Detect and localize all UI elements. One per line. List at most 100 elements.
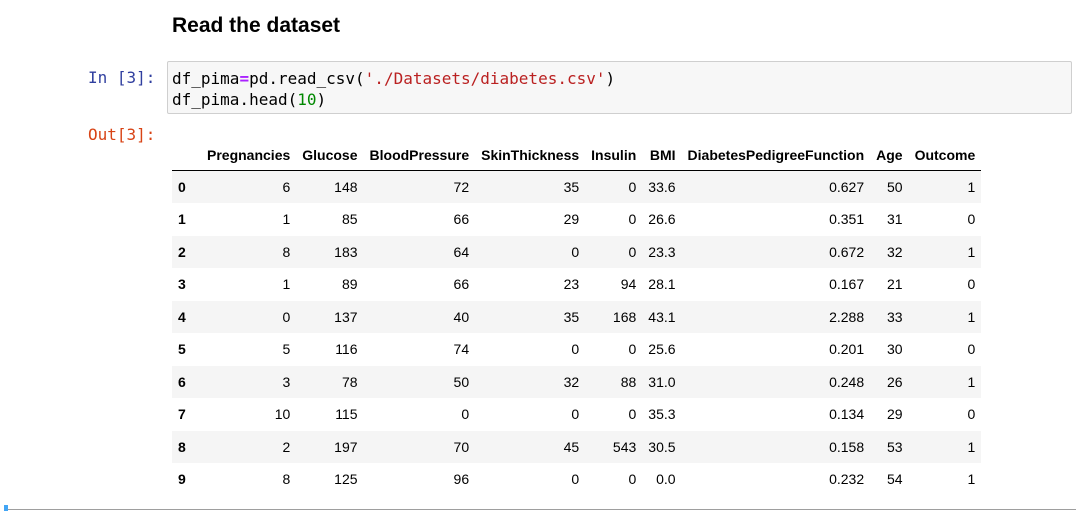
column-header: BloodPressure <box>363 139 476 171</box>
table-cell: 2.288 <box>829 308 865 325</box>
table-cell: 29 <box>887 406 903 423</box>
table-cell: 8 <box>282 471 291 488</box>
column-header: Insulin <box>585 139 643 171</box>
table-cell: 29 <box>563 211 580 228</box>
table-cell: 33.6 <box>648 179 676 195</box>
row-index: 5 <box>178 341 186 358</box>
table-cell: 1 <box>967 373 976 390</box>
table-cell: 66 <box>453 276 470 293</box>
table-cell: 70 <box>453 438 470 455</box>
table-row: 7 10 115 0 0 0 35.3 0.134 29 0 <box>172 398 981 431</box>
table-cell: 1 <box>967 243 976 260</box>
column-header: BMI <box>642 139 682 171</box>
markdown-heading: Read the dataset <box>172 14 341 37</box>
table-cell: 23.3 <box>648 243 676 260</box>
table-cell: 1 <box>967 471 976 488</box>
table-cell: 0 <box>571 471 580 488</box>
table-cell: 148 <box>334 179 358 195</box>
dataframe-table: Pregnancies Glucose BloodPressure SkinThick… <box>172 139 982 496</box>
table-cell: 33 <box>887 308 903 325</box>
code-line-1: df_pima=pd.read_csv('./Datasets/diabetes… <box>172 68 1067 89</box>
table-cell: 89 <box>341 276 358 293</box>
table-cell: 1 <box>282 276 291 293</box>
cell-selection-marker <box>4 505 8 511</box>
table-cell: 32 <box>563 373 580 390</box>
table-cell: 26.6 <box>648 211 676 228</box>
table-cell: 31.0 <box>648 373 676 390</box>
column-header: SkinThickness <box>475 139 586 171</box>
code-string: './Datasets/diabetes.csv' <box>364 69 606 88</box>
table-cell: 1 <box>282 211 291 228</box>
row-index: 9 <box>178 471 186 488</box>
table-cell: 137 <box>334 308 358 325</box>
table-cell: 23 <box>563 276 580 293</box>
row-index: 4 <box>178 308 186 325</box>
row-index: 1 <box>178 211 186 228</box>
table-cell: 31 <box>887 211 903 228</box>
table-cell: 66 <box>453 211 470 228</box>
code-number: 10 <box>297 90 317 109</box>
table-cell: 2 <box>282 438 291 455</box>
table-cell: 0 <box>282 308 291 325</box>
code-cell-editor[interactable]: df_pima=pd.read_csv('./Datasets/diabetes… <box>167 61 1072 114</box>
table-cell: 5 <box>282 341 291 358</box>
table-cell: 74 <box>453 341 470 358</box>
row-index: 3 <box>178 276 186 293</box>
table-cell: 0.672 <box>829 243 865 260</box>
column-header: Pregnancies <box>201 139 297 171</box>
column-header: DiabetesPedigreeFunction <box>681 139 871 171</box>
table-cell: 78 <box>341 373 358 390</box>
table-cell: 125 <box>334 471 358 488</box>
table-cell: 0.0 <box>656 471 676 488</box>
table-cell: 0 <box>628 211 637 228</box>
table-cell: 0 <box>571 341 580 358</box>
table-cell: 25.6 <box>648 341 676 358</box>
table-cell: 50 <box>887 179 903 195</box>
table-cell: 0.134 <box>829 406 865 423</box>
table-cell: 1 <box>967 308 976 325</box>
table-cell: 0.627 <box>829 179 865 195</box>
table-cell: 0 <box>628 341 637 358</box>
table-cell: 0 <box>967 211 976 228</box>
table-cell: 0.351 <box>829 211 865 228</box>
table-row: 0 6 148 72 35 0 33.6 0.627 50 1 <box>172 170 982 203</box>
table-cell: 0 <box>461 406 470 423</box>
table-cell: 0 <box>571 243 580 260</box>
code-token: ) <box>316 90 327 109</box>
column-header: Outcome <box>908 139 982 171</box>
table-cell: 183 <box>334 243 358 260</box>
table-cell: 0 <box>628 179 637 195</box>
table-header-row: Pregnancies Glucose BloodPressure SkinThick… <box>172 139 982 171</box>
table-body: 0 6 148 72 35 0 33.6 0.627 50 1 1 1 85 66 29 0 26.6 0.351… <box>172 170 982 496</box>
code-token: ) <box>605 69 616 88</box>
table-cell: 35.3 <box>648 406 676 423</box>
table-cell: 0.201 <box>829 341 865 358</box>
table-cell: 0 <box>628 243 637 260</box>
table-cell: 6 <box>282 179 291 195</box>
table-cell: 0 <box>571 406 580 423</box>
table-cell: 64 <box>453 243 470 260</box>
table-cell: 0.248 <box>829 373 865 390</box>
table-cell: 116 <box>335 341 358 358</box>
table-row: 4 0 137 40 35 168 43.1 2.288 33 1 <box>172 300 982 333</box>
table-cell: 72 <box>453 179 470 195</box>
input-prompt: In [3]: <box>88 68 156 87</box>
column-header: Age <box>870 139 909 171</box>
code-operator: = <box>239 69 250 88</box>
table-cell: 45 <box>563 438 580 455</box>
row-index: 2 <box>178 243 186 260</box>
table-cell: 3 <box>282 373 291 390</box>
table-cell: 168 <box>612 308 637 325</box>
table-cell: 0 <box>628 471 637 488</box>
notebook-page: Read the dataset In [3]: df_pima=pd.read… <box>0 0 1076 511</box>
row-index: 7 <box>178 406 186 423</box>
table-row: 6 3 78 50 32 88 31.0 0.248 26 1 <box>172 365 982 398</box>
table-row: 3 1 89 66 23 94 28.1 0.167 21 0 <box>172 268 981 301</box>
table-cell: 0 <box>967 276 976 293</box>
table-row: 1 1 85 66 29 0 26.6 0.351 31 0 <box>172 203 981 236</box>
table-cell: 8 <box>282 243 291 260</box>
row-index: 0 <box>178 179 186 195</box>
index-header <box>172 139 201 171</box>
table-cell: 543 <box>612 438 637 455</box>
table-cell: 53 <box>887 438 903 455</box>
